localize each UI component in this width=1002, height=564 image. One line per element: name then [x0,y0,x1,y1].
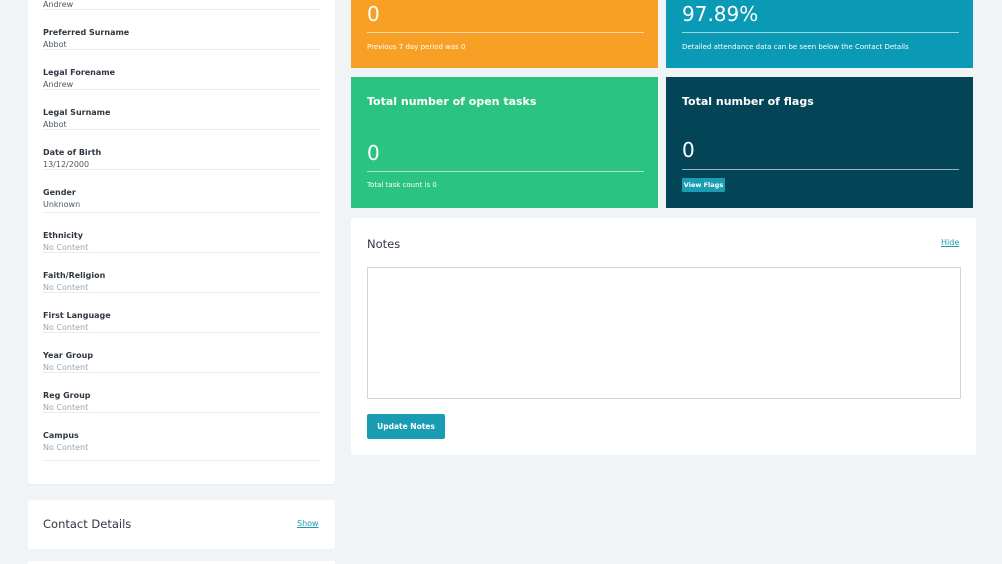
field-label: First Language [43,311,111,320]
first-name-field: Andrew [43,0,320,10]
field-value: No Content [43,283,89,292]
contact-details-card: Contact Details Show [28,500,335,549]
notes-card: Notes Hide Update Notes [351,218,976,455]
campus-field: Campus No Content [43,413,320,461]
flags-tile: Total number of flags 0 View Flags [666,77,973,208]
first-language-field: First Language No Content [43,293,320,333]
flags-count: 0 [682,138,695,162]
field-label: Campus [43,431,79,440]
notes-hide-link[interactable]: Hide [941,238,959,247]
tile-divider [682,32,959,33]
attendance-subtext: Detailed attendance data can be seen bel… [682,43,909,51]
incidents-tile: 0 Previous 7 day period was 0 [351,0,658,68]
open-tasks-title: Total number of open tasks [367,95,537,108]
field-value: Unknown [43,200,81,209]
gender-field: Gender Unknown [43,170,320,213]
field-value: No Content [43,243,89,252]
date-of-birth-field: Date of Birth 13/12/2000 [43,130,320,170]
field-label: Faith/Religion [43,271,106,280]
contact-details-title: Contact Details [43,517,132,531]
attendance-percentage: 97.89% [682,2,759,26]
legal-forename-field: Legal Forename Andrew [43,50,320,90]
tile-divider [682,169,959,170]
ethnicity-field: Ethnicity No Content [43,213,320,253]
view-flags-button[interactable]: View Flags [682,178,725,192]
field-value: 13/12/2000 [43,160,90,169]
field-value: No Content [43,443,89,452]
notes-textarea[interactable] [367,267,961,399]
contact-details-show-link[interactable]: Show [297,519,319,528]
field-label: Ethnicity [43,231,83,240]
field-label: Gender [43,188,76,197]
preferred-surname-field: Preferred Surname Abbot [43,10,320,50]
open-tasks-tile: Total number of open tasks 0 Total task … [351,77,658,208]
incidents-count: 0 [367,2,380,26]
field-label: Reg Group [43,391,91,400]
incidents-subtext: Previous 7 day period was 0 [367,43,466,51]
tile-divider [367,32,644,33]
flags-title: Total number of flags [682,95,814,108]
notes-title: Notes [367,237,401,251]
field-value: No Content [43,363,89,372]
reg-group-field: Reg Group No Content [43,373,320,413]
update-notes-button[interactable]: Update Notes [367,414,445,439]
field-label: Year Group [43,351,94,360]
field-value: Abbot [43,40,67,49]
faith-religion-field: Faith/Religion No Content [43,253,320,293]
attendance-tile: 97.89% Detailed attendance data can be s… [666,0,973,68]
field-value: No Content [43,403,89,412]
field-label: Legal Surname [43,108,111,117]
first-name-value: Andrew [43,0,74,9]
open-tasks-count: 0 [367,141,380,165]
field-label: Date of Birth [43,148,102,157]
student-details-card: Andrew Preferred Surname Abbot Legal For… [28,0,335,484]
field-label: Legal Forename [43,68,116,77]
field-value: Andrew [43,80,74,89]
legal-surname-field: Legal Surname Abbot [43,90,320,130]
field-label: Preferred Surname [43,28,130,37]
field-value: No Content [43,323,89,332]
field-value: Abbot [43,120,67,129]
open-tasks-subtext: Total task count is 0 [367,181,437,189]
year-group-field: Year Group No Content [43,333,320,373]
tile-divider [367,171,644,172]
